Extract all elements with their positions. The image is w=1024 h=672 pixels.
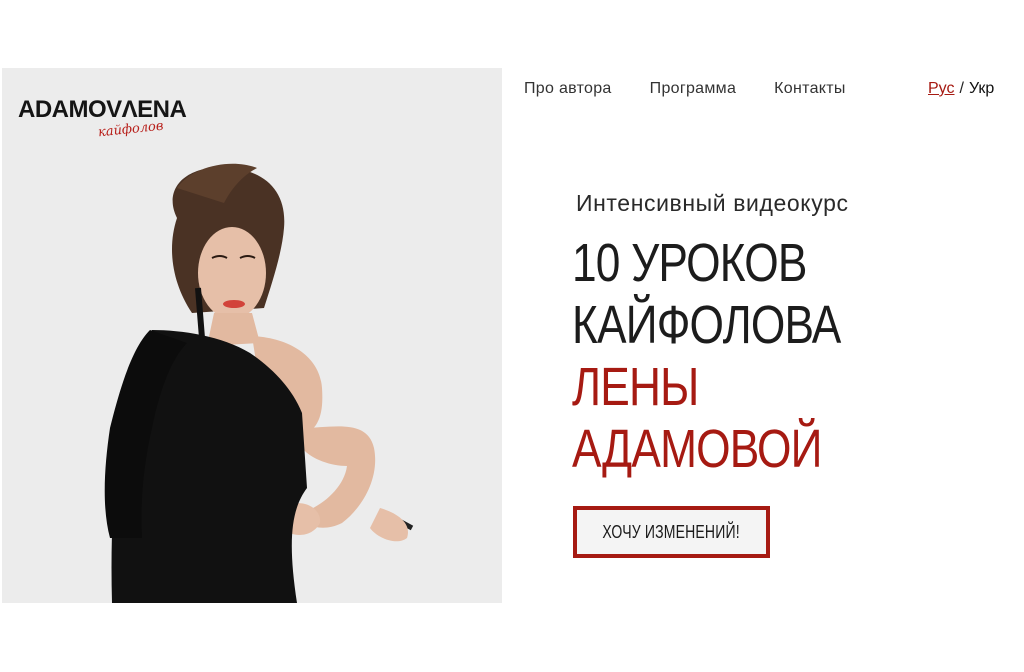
top-navigation: Про автора Программа Контакты	[524, 80, 846, 102]
headline-line-4: АДАМОВОЙ	[572, 419, 822, 479]
nav-item-contacts[interactable]: Контакты	[774, 80, 846, 102]
headline-line-1: 10 УРОКОВ	[572, 233, 807, 293]
hero-headline: 10 УРОКОВ КАЙФОЛОВА ЛЕНЫ АДАМОВОЙ	[572, 232, 841, 480]
cta-button-label: ХОЧУ ИЗМЕНЕНИЙ!	[602, 521, 741, 542]
nav-item-about-author[interactable]: Про автора	[524, 80, 612, 102]
lang-option-ukr[interactable]: Укр	[969, 80, 994, 97]
headline-line-2: КАЙФОЛОВА	[572, 295, 841, 355]
woman-photo	[104, 163, 414, 603]
language-switcher: Рус / Укр	[928, 80, 994, 98]
nav-item-program[interactable]: Программа	[650, 80, 737, 102]
brand-logo[interactable]: ADAMOVΛENA кайфолов	[18, 98, 187, 141]
lang-separator: /	[959, 80, 964, 97]
cta-want-changes-button[interactable]: ХОЧУ ИЗМЕНЕНИЙ!	[573, 506, 770, 558]
lang-option-rus[interactable]: Рус	[928, 80, 955, 97]
hero-image-panel: ADAMOVΛENA кайфолов	[2, 68, 502, 603]
headline-line-3: ЛЕНЫ	[572, 357, 699, 417]
hero-subtitle: Интенсивный видеокурс	[576, 190, 849, 216]
